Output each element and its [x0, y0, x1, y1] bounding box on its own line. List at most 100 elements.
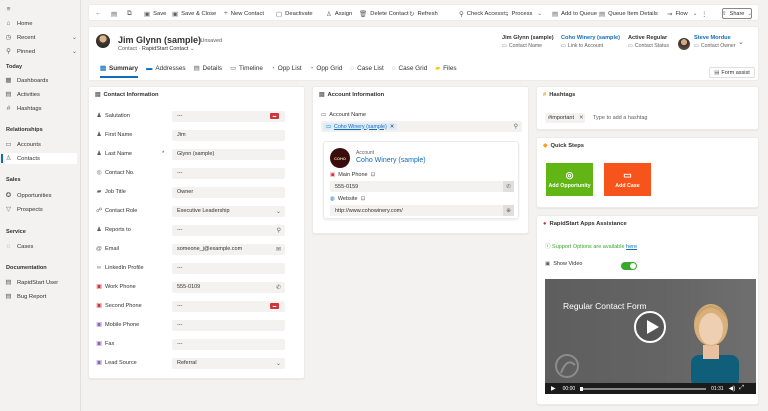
field-input-reports-to[interactable]: --- ⚲ [172, 224, 285, 236]
mail-icon[interactable]: ✉ [276, 246, 281, 253]
account-chip[interactable]: ▭ Coho Winery (sample) ✕ [323, 123, 398, 130]
main-phone-field[interactable]: 555-0159 ✆ [330, 181, 514, 192]
volume-icon[interactable]: ◀) [729, 385, 736, 392]
queue-item-details-button[interactable]: ▤ Queue Item Details [599, 5, 658, 22]
header-field-link-to-account[interactable]: Coho Winery (sample) ▭ Link to Account [561, 35, 620, 49]
queue-details-icon: ▤ [599, 10, 606, 18]
tab-opp-list[interactable]: ◔ Opp List [267, 62, 306, 74]
search-icon[interactable]: ⚲ [514, 123, 518, 130]
header-field-value[interactable]: Coho Winery (sample) [561, 35, 620, 41]
open-web-icon[interactable]: ⊕ [503, 205, 514, 216]
field-input-fax[interactable]: --- [172, 338, 285, 350]
website-field[interactable]: http://www.cohowinery.com/ ⊕ [330, 205, 514, 216]
field-input-linkedin-profile[interactable]: --- [172, 262, 285, 274]
chevron-down-icon[interactable]: ⌄ [276, 360, 281, 367]
sidebar-item-prospects[interactable]: ▽ Prospects [5, 204, 77, 215]
field-input-email[interactable]: someone_j@example.com ✉ [172, 243, 285, 255]
fullscreen-icon[interactable]: ⤢ [739, 385, 744, 392]
assign-button[interactable]: ♙ Assign [326, 5, 352, 22]
expand-header-button[interactable]: ⌄ [738, 38, 744, 46]
field-type-icon: ▭ [561, 43, 566, 49]
field-input-last-name[interactable]: Glynn (sample) [172, 148, 285, 160]
search-icon[interactable]: ⚲ [277, 227, 281, 234]
form-assist-button[interactable]: ▤ Form assist [709, 67, 755, 78]
remove-icon[interactable]: ✕ [390, 124, 394, 130]
account-quick-view: COHO Account Coho Winery (sample) ▣ Main … [323, 141, 519, 219]
sidebar-item-recent[interactable]: ◷ Recent ⌄ [5, 32, 77, 43]
sidebar-item-rapidstart-user[interactable]: ▤ RapidStart User [5, 277, 77, 288]
tab-details[interactable]: ▤ Details [190, 62, 227, 74]
field-input-second-phone[interactable]: --- ▬ [172, 300, 285, 312]
sidebar-item-bug-report[interactable]: ▤ Bug Report [5, 291, 77, 302]
home-icon: ⌂ [6, 20, 11, 27]
header-field-contact-owner[interactable]: Steve Mordue ▭ Contact Owner [694, 35, 736, 49]
deactivate-button[interactable]: ▢ Deactivate [276, 5, 313, 22]
remove-icon[interactable]: ✕ [579, 115, 584, 121]
tab-summary[interactable]: ▤ Summary [96, 62, 142, 78]
small-play-icon[interactable]: ▶ [551, 385, 556, 392]
save-close-button[interactable]: ▣ Save & Close [172, 5, 216, 22]
video-progress-bar[interactable] [580, 386, 707, 391]
chevron-down-icon: ⌄ [71, 49, 77, 55]
add-opportunity-button[interactable]: ◎ Add Opportunity [546, 163, 593, 196]
flow-button[interactable]: ⇝ Flow ⌄ [667, 5, 697, 22]
field-input-first-name[interactable]: Jim [172, 129, 285, 141]
account-name-link[interactable]: Coho Winery (sample) [356, 157, 426, 164]
sidebar-item-hashtags[interactable]: # Hashtags [5, 103, 77, 114]
play-button[interactable] [634, 311, 666, 343]
sidebar-item-contacts[interactable]: ♙ Contacts [1, 153, 77, 164]
assistance-icon: ● [543, 221, 547, 227]
add-to-queue-button[interactable]: ▤ Add to Queue [552, 5, 597, 22]
video-player[interactable]: Regular Contact Form ▶ 00:00 01:31 ◀) ⤢ [545, 279, 756, 394]
field-input-job-title[interactable]: Owner [172, 186, 285, 198]
sidebar-item-accounts[interactable]: ▭ Accounts [5, 139, 77, 150]
flag-icon[interactable]: ▬ [270, 302, 279, 309]
tab-case-list[interactable]: ◌ Case List [346, 62, 387, 74]
new-contact-button[interactable]: + New Contact [224, 5, 264, 22]
field-input-mobile-phone[interactable]: --- [172, 319, 285, 331]
recent-icon: ◷ [5, 34, 12, 41]
sidebar-item-activities[interactable]: ▤ Activities [5, 89, 77, 100]
add-case-button[interactable]: ▭ Add Case [604, 163, 651, 196]
back-button[interactable]: ← [95, 5, 102, 22]
field-input-work-phone[interactable]: 555-0109 ✆ [172, 281, 285, 293]
sidebar-item-pinned[interactable]: ⚲ Pinned ⌄ [5, 46, 77, 57]
tab-addresses[interactable]: ▬ Addresses [142, 62, 190, 74]
account-logo: COHO [330, 148, 350, 168]
sidebar-item-home[interactable]: ⌂ Home [5, 18, 77, 29]
sidebar-item-label: Hashtags [17, 105, 42, 112]
share-button[interactable]: ⇪ Share ⌄ [722, 8, 752, 19]
delete-contact-button[interactable]: 🗑 Delete Contact [359, 5, 409, 22]
tab-case-grid[interactable]: ◌ Case Grid [388, 62, 432, 74]
hashtag-input[interactable]: Type to add a hashtag [593, 115, 647, 121]
tab-files[interactable]: ▰ Files [431, 62, 460, 74]
contacts-icon: ♙ [5, 155, 12, 162]
header-field-value[interactable]: Steve Mordue [694, 35, 736, 41]
field-input-contact-no-[interactable]: --- [172, 167, 285, 179]
field-input-salutation[interactable]: --- ▬ [172, 110, 285, 122]
form-selector[interactable]: RapidStart Contact [142, 46, 188, 52]
check-access-button[interactable]: ⚲ Check Access [459, 5, 503, 22]
field-input-contact-role[interactable]: Executive Leadership ⌄ [172, 205, 285, 217]
support-link[interactable]: here [626, 244, 637, 250]
overflow-button[interactable]: ⋮ [701, 5, 708, 22]
flag-icon[interactable]: ▬ [270, 112, 279, 119]
hashtag-chip[interactable]: #important ✕ [545, 113, 585, 123]
hamburger-menu-button[interactable]: ≡ [5, 4, 77, 15]
form-view-button[interactable]: ▤ [111, 5, 117, 22]
phone-icon[interactable]: ✆ [276, 284, 281, 291]
show-video-toggle[interactable] [621, 262, 637, 270]
account-lookup-field[interactable]: ▭ Coho Winery (sample) ✕ ⚲ [321, 121, 522, 132]
popout-button[interactable]: ⧉ [127, 5, 132, 22]
process-button[interactable]: ⇆ Process ⌄ [503, 5, 542, 22]
save-button[interactable]: ▣ Save [144, 5, 166, 22]
tab-opp-grid[interactable]: ◔ Opp Grid [306, 62, 347, 74]
tab-timeline[interactable]: ▭ Timeline [226, 62, 267, 74]
sidebar-item-opportunities[interactable]: ✪ Opportunities [5, 190, 77, 201]
sidebar-item-dashboards[interactable]: ▦ Dashboards [5, 75, 77, 86]
refresh-button[interactable]: ↻ Refresh [409, 5, 438, 22]
field-input-lead-source[interactable]: Referral ⌄ [172, 357, 285, 369]
call-icon[interactable]: ✆ [503, 181, 514, 192]
sidebar-item-cases[interactable]: ◌ Cases [5, 241, 77, 252]
chevron-down-icon[interactable]: ⌄ [276, 208, 281, 215]
